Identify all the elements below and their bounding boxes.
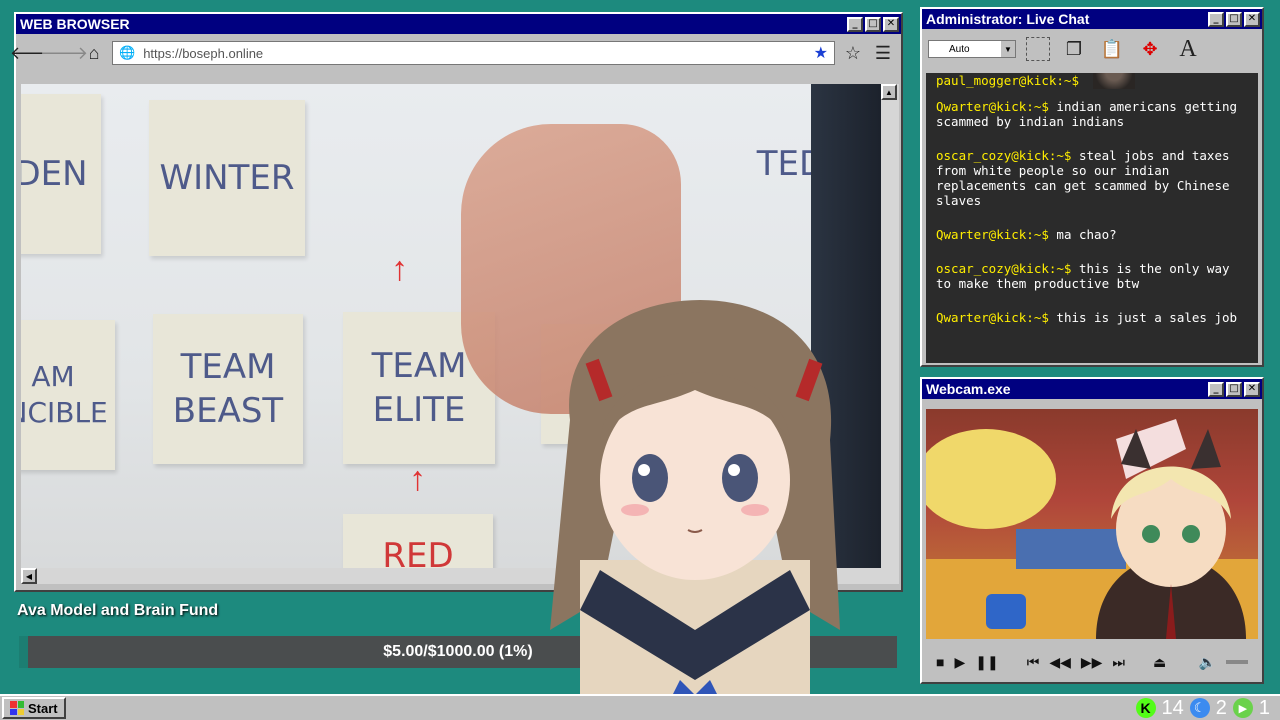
forward-arrow-icon[interactable]: 🡒 [40,41,88,65]
chat-message: oscar_cozy@kick:~$ this is the only way … [936,261,1248,291]
skip-forward-icon[interactable]: ⏭ [1112,654,1125,671]
webcam-titlebar[interactable]: Webcam.exe _ □ ✕ [922,379,1262,399]
red-arrow-icon: ↑ [409,460,426,498]
stop-icon[interactable]: ■ [936,654,944,670]
home-icon[interactable]: ⌂ [82,41,106,65]
play-circle-icon: ▶ [1232,698,1253,718]
system-tray: K 14 ☾ 2 ▶ 1 [1135,696,1270,720]
globe-icon: 🌐 [119,45,136,60]
close-button[interactable]: ✕ [1244,381,1260,397]
play-icon[interactable]: ▶ [954,654,965,671]
sticky-note: AM INCIBLE [21,320,115,470]
chat-text: ma chao? [1056,227,1117,242]
chevron-down-icon[interactable]: ▼ [1001,41,1015,57]
chat-title: Administrator: Live Chat [926,11,1090,27]
media-controls: ■ ▶ ❚❚ ⏮ ◀◀ ▶▶ ⏭ ⏏ 🔈 [926,645,1258,679]
taskbar: Start K 14 ☾ 2 ▶ 1 [0,694,1280,720]
paste-icon[interactable]: 📋 [1098,35,1126,63]
webcam-title: Webcam.exe [926,381,1011,397]
auto-select[interactable]: Auto ▼ [928,40,1016,58]
skip-back-icon[interactable]: ⏮ [1027,654,1040,671]
font-icon[interactable]: A [1174,35,1202,63]
browser-navbar: 🡐 🡒 ⌂ 🌐 https://boseph.online ★ ☆ ☰ [10,34,901,72]
chat-username: Qwarter@kick:~$ [936,227,1049,242]
auto-select-value: Auto [949,43,970,55]
sticky-note: WINTER [149,100,305,256]
menu-hamburger-icon[interactable]: ☰ [871,41,895,65]
user-avatar [1092,73,1135,89]
kick-icon: K [1135,698,1156,718]
chat-message: Qwarter@kick:~$ indian americans getting… [936,99,1248,129]
chat-username: Qwarter@kick:~$ [936,310,1049,325]
play-count: 1 [1258,696,1270,719]
browser-titlebar[interactable]: WEB BROWSER _ □ ✕ [16,14,901,34]
sticky-note: RED [343,514,493,568]
chat-messages: paul_mogger@kick:~$ Qwarter@kick:~$ indi… [926,73,1258,363]
fast-forward-icon[interactable]: ▶▶ [1081,654,1103,671]
close-button[interactable]: ✕ [883,16,899,32]
chat-message: Qwarter@kick:~$ this is just a sales job [936,310,1248,325]
webcam-image [926,409,1258,639]
start-label: Start [28,700,58,716]
chat-username: oscar_cozy@kick:~$ [936,261,1072,276]
pause-icon[interactable]: ❚❚ [975,654,998,671]
minimize-button[interactable]: _ [1208,11,1224,27]
move-icon[interactable]: ✥ [1136,35,1164,63]
red-arrow-icon: ↑ [391,250,408,288]
sticky-note: TEAM BEAST [153,314,303,464]
maximize-button[interactable]: □ [1226,381,1242,397]
scroll-left-button[interactable]: ◀ [21,568,37,584]
url-text: https://boseph.online [143,45,264,61]
rewind-icon[interactable]: ◀◀ [1049,654,1071,671]
volume-slider[interactable] [1226,660,1248,664]
moon-count: 2 [1215,696,1227,719]
chat-message: Qwarter@kick:~$ ma chao? [936,227,1248,242]
chat-toolbar: Auto ▼ ❐ 📋 ✥ A [922,29,1262,69]
volume-icon[interactable]: 🔈 [1199,654,1216,671]
minimize-button[interactable]: _ [847,16,863,32]
vtuber-avatar [540,300,850,720]
bookmark-star-icon[interactable]: ☆ [841,41,865,65]
sticky-note: DEN [21,94,101,254]
close-button[interactable]: ✕ [1244,11,1260,27]
moon-icon: ☾ [1189,698,1210,718]
start-button[interactable]: Start [2,697,66,719]
minimize-button[interactable]: _ [1208,381,1224,397]
selection-marquee-icon[interactable] [1026,37,1050,61]
chat-username: paul_mogger@kick:~$ [936,73,1079,88]
chat-username: Qwarter@kick:~$ [936,99,1049,114]
eject-icon[interactable]: ⏏ [1153,654,1166,671]
donation-title: Ava Model and Brain Fund [17,602,219,619]
chat-titlebar[interactable]: Administrator: Live Chat _ □ ✕ [922,9,1262,29]
chat-username: oscar_cozy@kick:~$ [936,148,1072,163]
vertical-scrollbar[interactable]: ▲ [881,84,899,584]
chat-message: oscar_cozy@kick:~$ steal jobs and taxes … [936,148,1248,208]
windows-logo-icon [10,701,24,715]
chat-window: Administrator: Live Chat _ □ ✕ Auto ▼ ❐ … [920,7,1264,367]
chat-message: paul_mogger@kick:~$ [936,73,1248,89]
kick-count: 14 [1161,696,1184,719]
copy-icon[interactable]: ❐ [1060,35,1088,63]
bookmark-star-filled-icon[interactable]: ★ [814,43,828,63]
chat-text: this is just a sales job [1056,310,1238,325]
maximize-button[interactable]: □ [1226,11,1242,27]
maximize-button[interactable]: □ [865,16,881,32]
scroll-up-button[interactable]: ▲ [881,84,897,100]
address-bar[interactable]: 🌐 https://boseph.online ★ [112,41,835,65]
browser-title: WEB BROWSER [20,16,130,32]
webcam-window: Webcam.exe _ □ ✕ ■ ▶ ❚❚ ⏮ ◀◀ ▶▶ ⏭ ⏏ 🔈 [920,377,1264,684]
